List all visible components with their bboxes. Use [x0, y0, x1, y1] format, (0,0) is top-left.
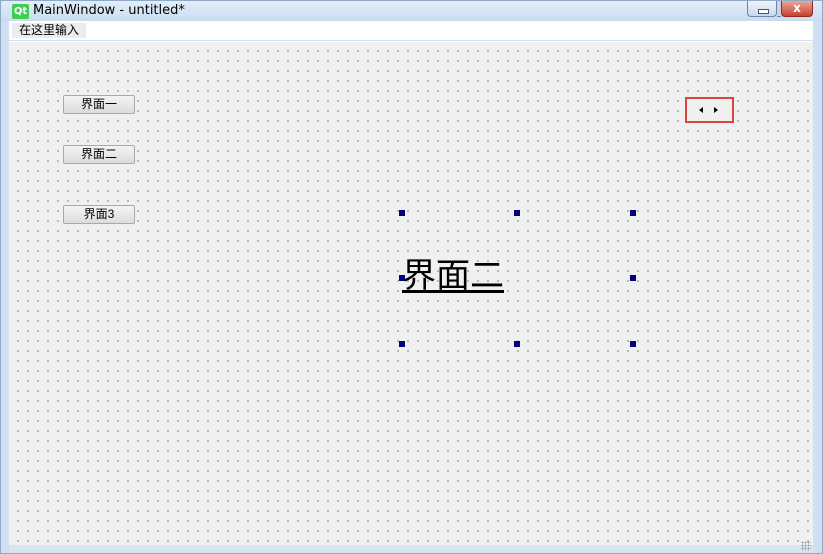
arrow-right-icon[interactable] — [714, 107, 718, 113]
page-label: 界面二 — [402, 256, 504, 296]
resize-handle-left[interactable] — [399, 275, 405, 281]
close-button[interactable]: x — [781, 1, 813, 17]
minimize-button[interactable] — [747, 1, 777, 17]
size-grip-icon[interactable] — [801, 541, 811, 551]
resize-handle-top-right[interactable] — [630, 210, 636, 216]
arrow-spin-widget[interactable] — [685, 97, 734, 123]
resize-handle-bottom-right[interactable] — [630, 341, 636, 347]
resize-handle-bottom-left[interactable] — [399, 341, 405, 347]
interface-three-button[interactable]: 界面3 — [63, 205, 135, 224]
resize-handle-top[interactable] — [514, 210, 520, 216]
status-strip — [9, 545, 813, 553]
menu-type-here-entry[interactable]: 在这里输入 — [12, 23, 87, 38]
selected-label-widget[interactable]: 界面二 — [399, 210, 636, 347]
resize-handle-top-left[interactable] — [399, 210, 405, 216]
resize-handle-right[interactable] — [630, 275, 636, 281]
window-title: MainWindow - untitled* — [33, 3, 185, 18]
qt-logo-icon: Qt — [12, 4, 29, 19]
menu-bar: 在这里输入 — [9, 21, 813, 40]
arrow-left-icon[interactable] — [699, 107, 703, 113]
interface-one-button[interactable]: 界面一 — [63, 95, 135, 114]
interface-two-button[interactable]: 界面二 — [63, 145, 135, 164]
title-bar[interactable]: Qt MainWindow - untitled* x — [1, 1, 822, 21]
resize-handle-bottom[interactable] — [514, 341, 520, 347]
main-window: Qt MainWindow - untitled* x 在这里输入 界面一 界面… — [0, 0, 823, 554]
close-icon: x — [793, 1, 801, 15]
